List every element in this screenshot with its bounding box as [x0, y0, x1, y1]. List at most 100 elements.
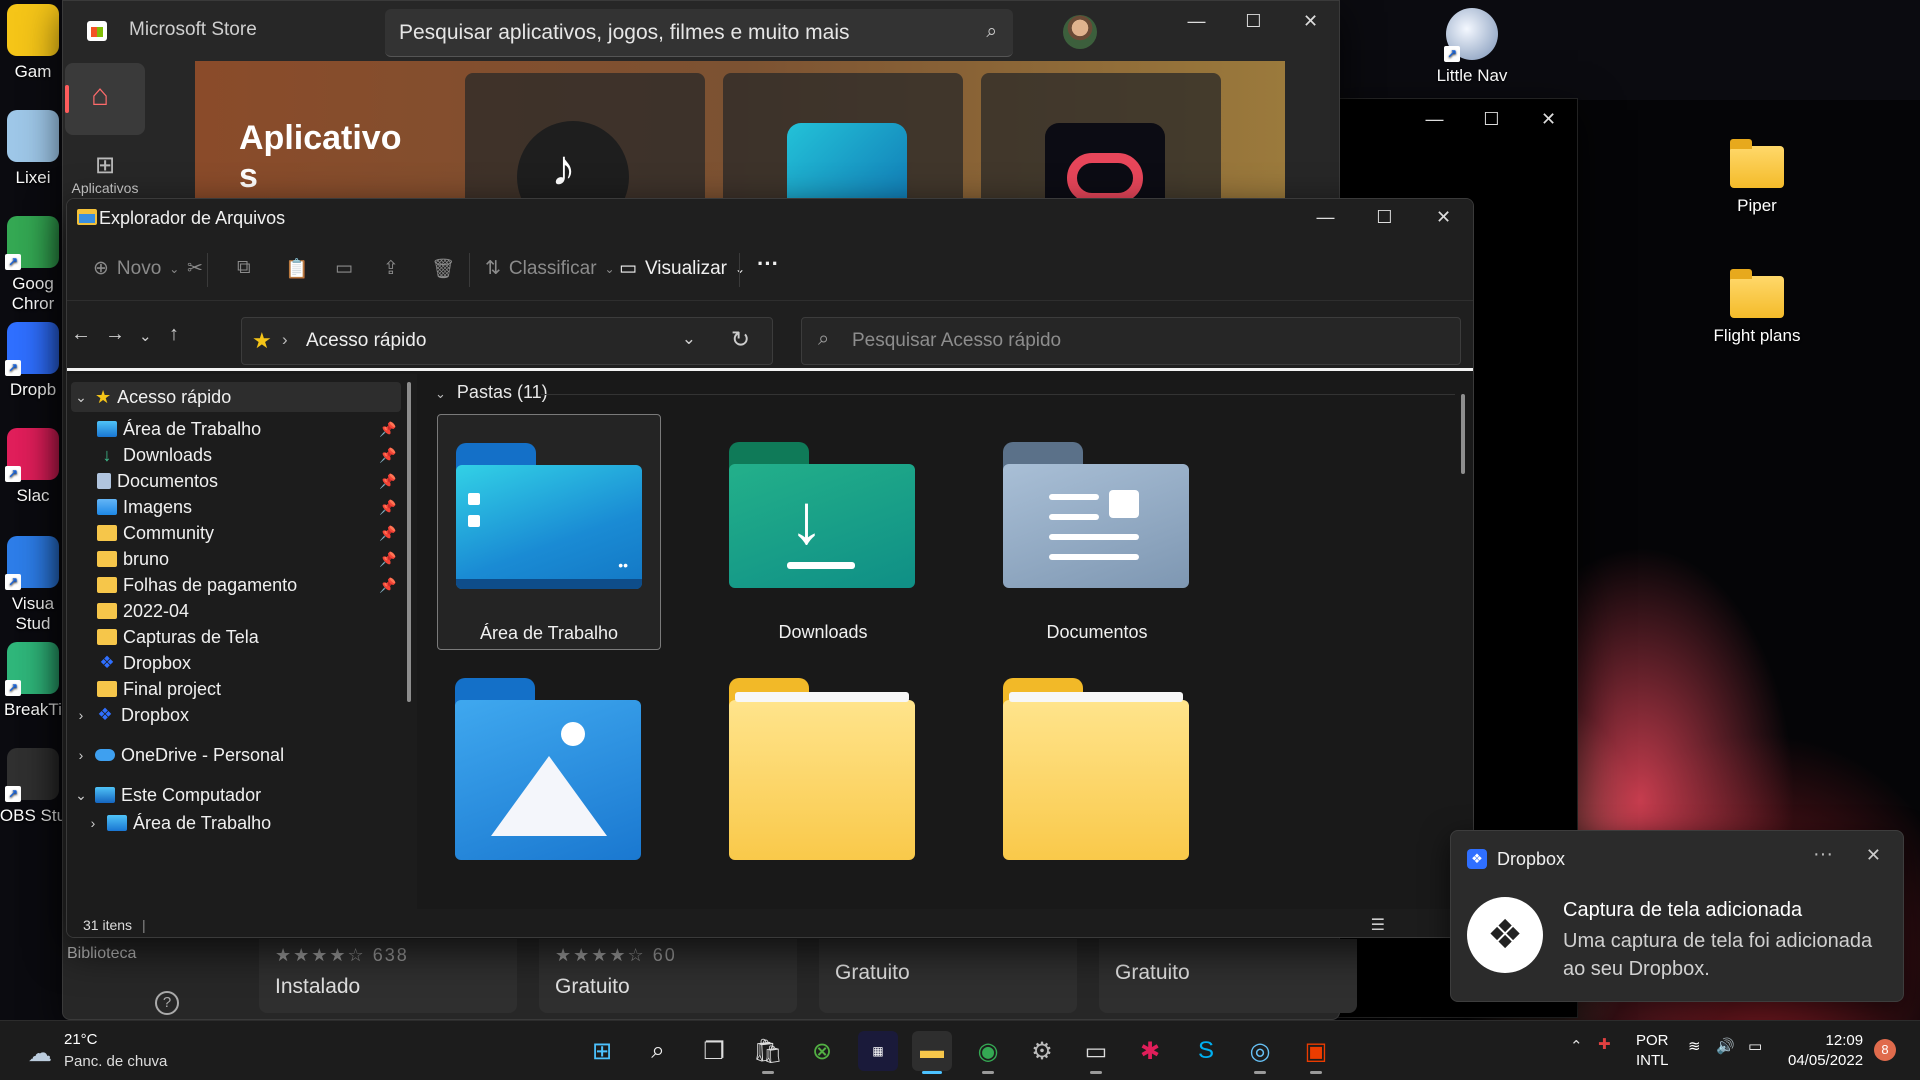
terminal-icon[interactable]: ▭	[1076, 1031, 1116, 1074]
chevron-right-icon[interactable]: ›	[71, 747, 91, 763]
chevron-right-icon[interactable]: ›	[71, 707, 91, 723]
language-indicator[interactable]: POR INTL	[1636, 1031, 1669, 1070]
folder-tile-pictures[interactable]	[437, 650, 661, 909]
tray-app-icon[interactable]: ✚	[1598, 1035, 1611, 1053]
desktop-icon[interactable]: Lixei	[0, 110, 68, 188]
folder-tile-documents[interactable]: Documentos	[985, 414, 1209, 650]
paste-icon[interactable]: 📋	[285, 257, 309, 281]
slack-icon[interactable]: ✱	[1130, 1031, 1170, 1071]
chevron-down-icon[interactable]: ⌄	[71, 389, 91, 406]
nav-onedrive[interactable]: › OneDrive - Personal	[71, 740, 401, 770]
minimize-icon[interactable]: —	[1168, 1, 1225, 41]
search-input[interactable]: ⌕ Pesquisar Acesso rápido	[801, 317, 1461, 365]
folder-tile[interactable]	[711, 650, 935, 909]
desktop-icon[interactable]: ↗ Dropb	[0, 322, 68, 400]
xbox-icon[interactable]: ⊗	[802, 1031, 842, 1071]
help-icon[interactable]: ?	[155, 991, 179, 1015]
rename-icon[interactable]: ▭	[335, 257, 353, 280]
chevron-right-icon[interactable]: ›	[83, 815, 103, 831]
office-icon[interactable]: ▣	[1296, 1031, 1336, 1074]
search-icon[interactable]: ⌕	[638, 1031, 678, 1071]
share-icon[interactable]: ⇪	[383, 257, 399, 280]
address-bar[interactable]: ★ › Acesso rápido ⌄ ↻	[241, 317, 773, 365]
sort-button[interactable]: ⇅ Classificar ⌄	[485, 257, 615, 280]
dropbox-notification[interactable]: ❖ Dropbox ··· ✕ ❖ Captura de tela adicio…	[1450, 830, 1904, 1002]
minimize-icon[interactable]: —	[1406, 99, 1463, 139]
weather-icon[interactable]: ☁	[28, 1039, 52, 1068]
desktop-icon[interactable]: ↗ Slac	[0, 428, 68, 506]
chrome-icon[interactable]: ◉	[968, 1031, 1008, 1074]
banner-app-card[interactable]: ♪	[465, 73, 705, 213]
maximize-icon[interactable]: ☐	[1355, 199, 1414, 235]
app-card[interactable]: ★★★★☆ 638 Instalado	[259, 939, 517, 1013]
nav-quick-access[interactable]: ⌄ ★ Acesso rápido	[71, 382, 401, 412]
start-button[interactable]: ⊞	[582, 1031, 622, 1071]
pin-icon[interactable]: 📌	[379, 473, 396, 490]
desktop-icon[interactable]: ↗ OBS Stu	[0, 748, 68, 826]
steam-icon[interactable]: ◎	[1240, 1031, 1280, 1074]
back-icon[interactable]: ←	[71, 323, 91, 346]
pin-icon[interactable]: 📌	[379, 577, 396, 594]
pin-icon[interactable]: 📌	[379, 551, 396, 568]
app-card[interactable]: Gratuito	[819, 939, 1077, 1013]
recent-locations-icon[interactable]: ⌄	[139, 327, 152, 345]
view-button[interactable]: ▭ Visualizar ⌄	[619, 257, 745, 280]
desktop-icon-little-nav[interactable]: ↗ Little Nav	[1426, 8, 1518, 86]
wifi-icon[interactable]: ≋	[1688, 1037, 1701, 1055]
store-search-input[interactable]: Pesquisar aplicativos, jogos, filmes e m…	[385, 9, 1013, 57]
explorer-titlebar[interactable]: Explorador de Arquivos — ☐ ✕	[67, 199, 1473, 235]
forward-icon[interactable]: →	[105, 323, 125, 346]
pin-icon[interactable]: 📌	[379, 447, 396, 464]
nav-apps[interactable]: ⊞ Aplicativos	[63, 151, 147, 196]
desktop-icon[interactable]: ↗ BreakTi	[0, 642, 68, 720]
app-card[interactable]: Gratuito	[1099, 939, 1357, 1013]
folder-tile-desktop[interactable]: •• Área de Trabalho	[437, 414, 661, 650]
pin-icon[interactable]: 📌	[379, 421, 396, 438]
weather-temperature[interactable]: 21°C	[64, 1031, 98, 1048]
nav-this-pc-desktop[interactable]: › Área de Trabalho	[83, 808, 403, 838]
folder-tile-downloads[interactable]: ↓ Downloads	[711, 414, 935, 650]
app-icon[interactable]: ▦	[858, 1031, 898, 1071]
copy-icon[interactable]: ⧉	[237, 257, 251, 279]
close-icon[interactable]: ✕	[1414, 199, 1473, 235]
delete-icon[interactable]: 🗑	[431, 257, 455, 281]
cut-icon[interactable]: ✂	[187, 257, 203, 280]
nav-home[interactable]: ⌂	[65, 63, 145, 135]
store-icon[interactable]: 🛍	[748, 1031, 788, 1074]
desktop-icon[interactable]: ↗ Goog Chror	[0, 216, 68, 315]
settings-icon[interactable]: ⚙	[1022, 1031, 1062, 1071]
desktop-icon-piper[interactable]: Piper	[1712, 139, 1802, 216]
chevron-up-icon[interactable]: ⌃	[1570, 1037, 1583, 1055]
details-view-icon[interactable]: ☰	[1371, 915, 1385, 935]
weather-description[interactable]: Panc. de chuva	[64, 1053, 167, 1070]
nav-dropbox[interactable]: › ❖ Dropbox	[71, 700, 401, 730]
desktop-icon[interactable]: Gam	[0, 4, 68, 82]
skype-icon[interactable]: S	[1186, 1031, 1226, 1071]
close-icon[interactable]: ✕	[1282, 1, 1339, 41]
desktop-icon[interactable]: ↗ Visua Stud	[0, 536, 68, 635]
close-icon[interactable]: ✕	[1866, 845, 1881, 866]
task-view-icon[interactable]: ❐	[694, 1031, 734, 1071]
app-card[interactable]: ★★★★☆ 60 Gratuito	[539, 939, 797, 1013]
more-icon[interactable]: ···	[1813, 843, 1833, 866]
volume-icon[interactable]: 🔊	[1716, 1037, 1735, 1055]
search-icon[interactable]: ⌕	[986, 21, 997, 43]
pin-icon[interactable]: 📌	[379, 525, 396, 542]
nav-library[interactable]: Biblioteca	[67, 945, 136, 963]
desktop-icon-flight-plans[interactable]: Flight plans	[1698, 269, 1816, 346]
maximize-icon[interactable]: ☐	[1463, 99, 1520, 139]
battery-icon[interactable]: ▭	[1748, 1037, 1762, 1055]
banner-app-card[interactable]	[981, 73, 1221, 213]
file-explorer-icon[interactable]: ▬	[912, 1031, 952, 1074]
maximize-icon[interactable]: ☐	[1225, 1, 1282, 41]
clock[interactable]: 12:09 04/05/2022	[1788, 1031, 1863, 1070]
close-icon[interactable]: ✕	[1520, 99, 1577, 139]
scrollbar[interactable]	[1461, 394, 1465, 474]
more-options-button[interactable]: ···	[757, 251, 779, 277]
file-explorer-window[interactable]: Explorador de Arquivos — ☐ ✕ ⊕ Novo ⌄ ✂ …	[66, 198, 1474, 938]
up-icon[interactable]: ↑	[169, 323, 179, 346]
chevron-down-icon[interactable]: ⌄	[682, 329, 696, 349]
new-button[interactable]: ⊕ Novo ⌄	[93, 257, 179, 280]
nav-this-pc[interactable]: ⌄ Este Computador	[71, 780, 401, 810]
refresh-icon[interactable]: ↻	[731, 326, 750, 353]
